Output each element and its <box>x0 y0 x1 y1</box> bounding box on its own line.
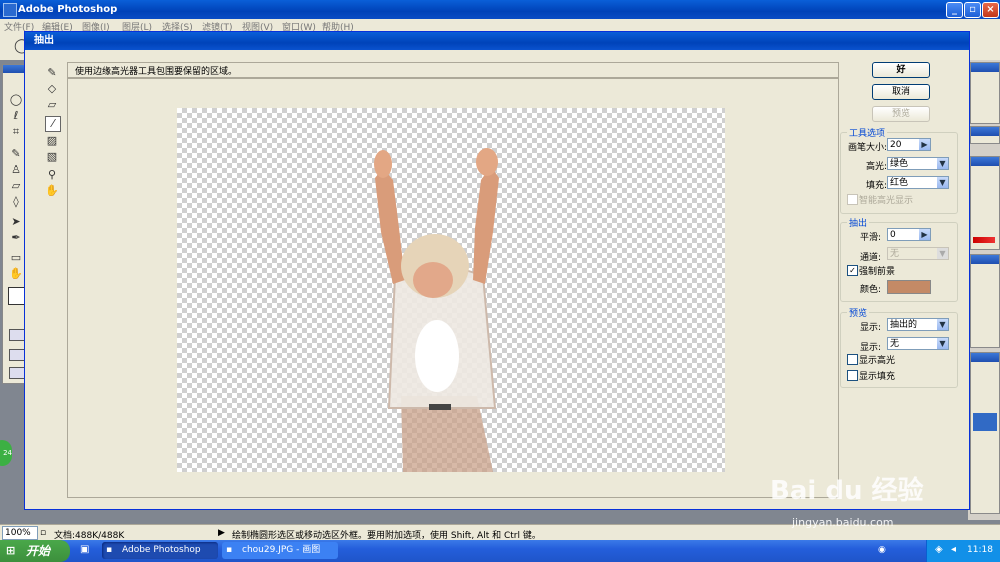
hint-text: 使用边缘高光器工具包围要保留的区域。 <box>75 67 238 77</box>
force-foreground-label: 强制前景 <box>859 267 896 277</box>
watermark-url: jingyan.baidu.com <box>792 516 894 529</box>
task-photoshop[interactable]: ▪ Adobe Photoshop <box>102 542 218 559</box>
hint-box: 使用边缘高光器工具包围要保留的区域。 <box>67 62 839 78</box>
extract-dialog: 抽出 ✎ ◇ ▱ ⁄ ▨ ▧ ⚲ ✋ 使用边缘高光器工具包围要保留的区域。 好 … <box>24 31 970 510</box>
watermark-logo: Bai du 经验 <box>770 476 924 506</box>
color-palette <box>970 126 1000 144</box>
force-foreground-checkbox[interactable]: ✓ <box>847 265 858 276</box>
maximize-button[interactable]: ▫ <box>964 2 981 18</box>
eraser-icon[interactable]: ▱ <box>9 179 23 192</box>
jump-to-imageready-icon[interactable] <box>9 367 25 379</box>
move-icon[interactable]: ➤ <box>9 215 23 228</box>
extract-tools: ✎ ◇ ▱ ⁄ ▨ ▧ ⚲ ✋ <box>45 66 61 198</box>
selected-layer-row[interactable] <box>973 413 997 431</box>
crop-icon[interactable]: ⌗ <box>9 125 23 138</box>
navigator-palette <box>970 62 1000 124</box>
elliptical-marquee-icon[interactable]: ◯ <box>9 93 23 106</box>
smart-highlight-checkbox[interactable] <box>847 194 858 205</box>
app-title-bar: Adobe Photoshop _ ▫ × <box>0 0 1000 19</box>
fill-bucket-icon[interactable]: ◇ <box>45 82 59 96</box>
blur-icon[interactable]: ◊ <box>9 195 23 208</box>
chevron-down-icon: ▼ <box>937 319 948 330</box>
minimize-button[interactable]: _ <box>946 2 963 18</box>
edge-touchup-icon[interactable]: ▧ <box>45 150 59 164</box>
chevron-down-icon: ▼ <box>937 158 948 169</box>
volume-icon[interactable]: ◂ <box>951 544 956 555</box>
extraction-label: 抽出 <box>847 216 870 229</box>
document-icon: ▫ <box>40 528 47 538</box>
chevron-down-icon: ▼ <box>937 177 948 188</box>
screen-mode-icon[interactable] <box>9 349 25 361</box>
fill-label: 填充: <box>865 181 887 191</box>
close-button[interactable]: × <box>982 2 999 18</box>
cancel-button[interactable]: 取消 <box>872 84 930 100</box>
edge-highlighter-icon[interactable]: ✎ <box>45 66 59 80</box>
smart-highlight-label: 智能高光显示 <box>859 196 914 206</box>
show-select[interactable]: 抽出的 ▼ <box>887 318 949 331</box>
highlight-select[interactable]: 绿色 ▼ <box>887 157 949 170</box>
show-fill-checkbox[interactable] <box>847 370 858 381</box>
pen-icon[interactable]: ✒ <box>9 231 23 244</box>
eyedropper-icon[interactable]: ⁄ <box>45 116 61 132</box>
show-label: 显示: <box>859 323 881 333</box>
zoom-field[interactable]: 100% <box>2 526 38 540</box>
paint-task-icon: ▪ <box>226 545 233 555</box>
zoom-icon[interactable]: ⚲ <box>45 168 59 182</box>
history-palette <box>970 254 1000 348</box>
chevron-down-icon: ▼ <box>937 338 948 349</box>
slider-arrow-icon[interactable]: ▶ <box>919 139 930 150</box>
layers-palette <box>970 352 1000 514</box>
lasso-icon[interactable]: ℓ <box>9 109 23 122</box>
show-highlight-checkbox[interactable] <box>847 354 858 365</box>
channel-select[interactable]: 无 ▼ <box>887 247 949 260</box>
hand-icon[interactable]: ✋ <box>9 267 23 280</box>
channel-label: 通道: <box>859 253 881 263</box>
slider-arrow-icon[interactable]: ▶ <box>919 229 930 240</box>
show-highlight-label: 显示高光 <box>859 356 896 366</box>
tool-options-label: 工具选项 <box>847 126 888 139</box>
app-title: Adobe Photoshop <box>18 4 118 15</box>
hand-icon[interactable]: ✋ <box>45 184 59 198</box>
brush-size-field[interactable]: 20 ▶ <box>887 138 931 151</box>
foreground-color-swatch[interactable] <box>887 280 931 294</box>
swatches-palette <box>970 156 1000 250</box>
task-paint[interactable]: ▪ chou29.JPG - 画图 <box>222 542 338 559</box>
quick-mask-icon[interactable] <box>9 329 25 341</box>
show2-select[interactable]: 无 ▼ <box>887 337 949 350</box>
dialog-title-bar: 抽出 <box>25 32 969 50</box>
dialog-title: 抽出 <box>34 35 54 46</box>
preview-canvas[interactable] <box>177 108 725 472</box>
photoshop-task-icon: ▪ <box>106 545 113 555</box>
system-tray: ◈ ◂ 11:18 <box>926 540 1000 562</box>
start-button[interactable]: ⊞ 开始 <box>0 540 70 562</box>
chevron-down-icon: ▼ <box>937 248 948 259</box>
eraser-icon[interactable]: ▱ <box>45 98 59 112</box>
network-icon[interactable]: ◈ <box>935 544 943 555</box>
tray-icon[interactable]: ◉ <box>878 545 886 555</box>
arrow-right-icon: ▶ <box>218 528 225 538</box>
smooth-label: 平滑: <box>859 233 881 243</box>
badge-icon: 24 <box>0 440 12 466</box>
show2-label: 显示: <box>859 343 881 353</box>
ok-button[interactable]: 好 <box>872 62 930 78</box>
taskbar: ⊞ 开始 ▣ ▪ Adobe Photoshop ▪ chou29.JPG - … <box>0 540 1000 562</box>
photoshop-logo-icon <box>3 3 17 17</box>
brush-size-label: 画笔大小: <box>847 143 887 153</box>
notes-icon[interactable]: ▭ <box>9 251 23 264</box>
smooth-field[interactable]: 0 ▶ <box>887 228 931 241</box>
show-fill-label: 显示填充 <box>859 372 896 382</box>
show-desktop-icon[interactable]: ▣ <box>80 544 89 555</box>
color-label: 颜色: <box>859 285 881 295</box>
preview-button[interactable]: 预览 <box>872 106 930 122</box>
windows-logo-icon: ⊞ <box>6 544 16 557</box>
clock[interactable]: 11:18 <box>967 545 993 555</box>
fill-select[interactable]: 红色 ▼ <box>887 176 949 189</box>
cleanup-tool-icon[interactable]: ▨ <box>45 134 59 148</box>
brush-icon[interactable]: ✎ <box>9 147 23 160</box>
color-ramp[interactable] <box>973 237 995 243</box>
stamp-icon[interactable]: ♙ <box>9 163 23 176</box>
highlight-label: 高光: <box>865 162 887 172</box>
preview-label: 预览 <box>847 306 870 319</box>
extracted-figure <box>374 148 499 472</box>
